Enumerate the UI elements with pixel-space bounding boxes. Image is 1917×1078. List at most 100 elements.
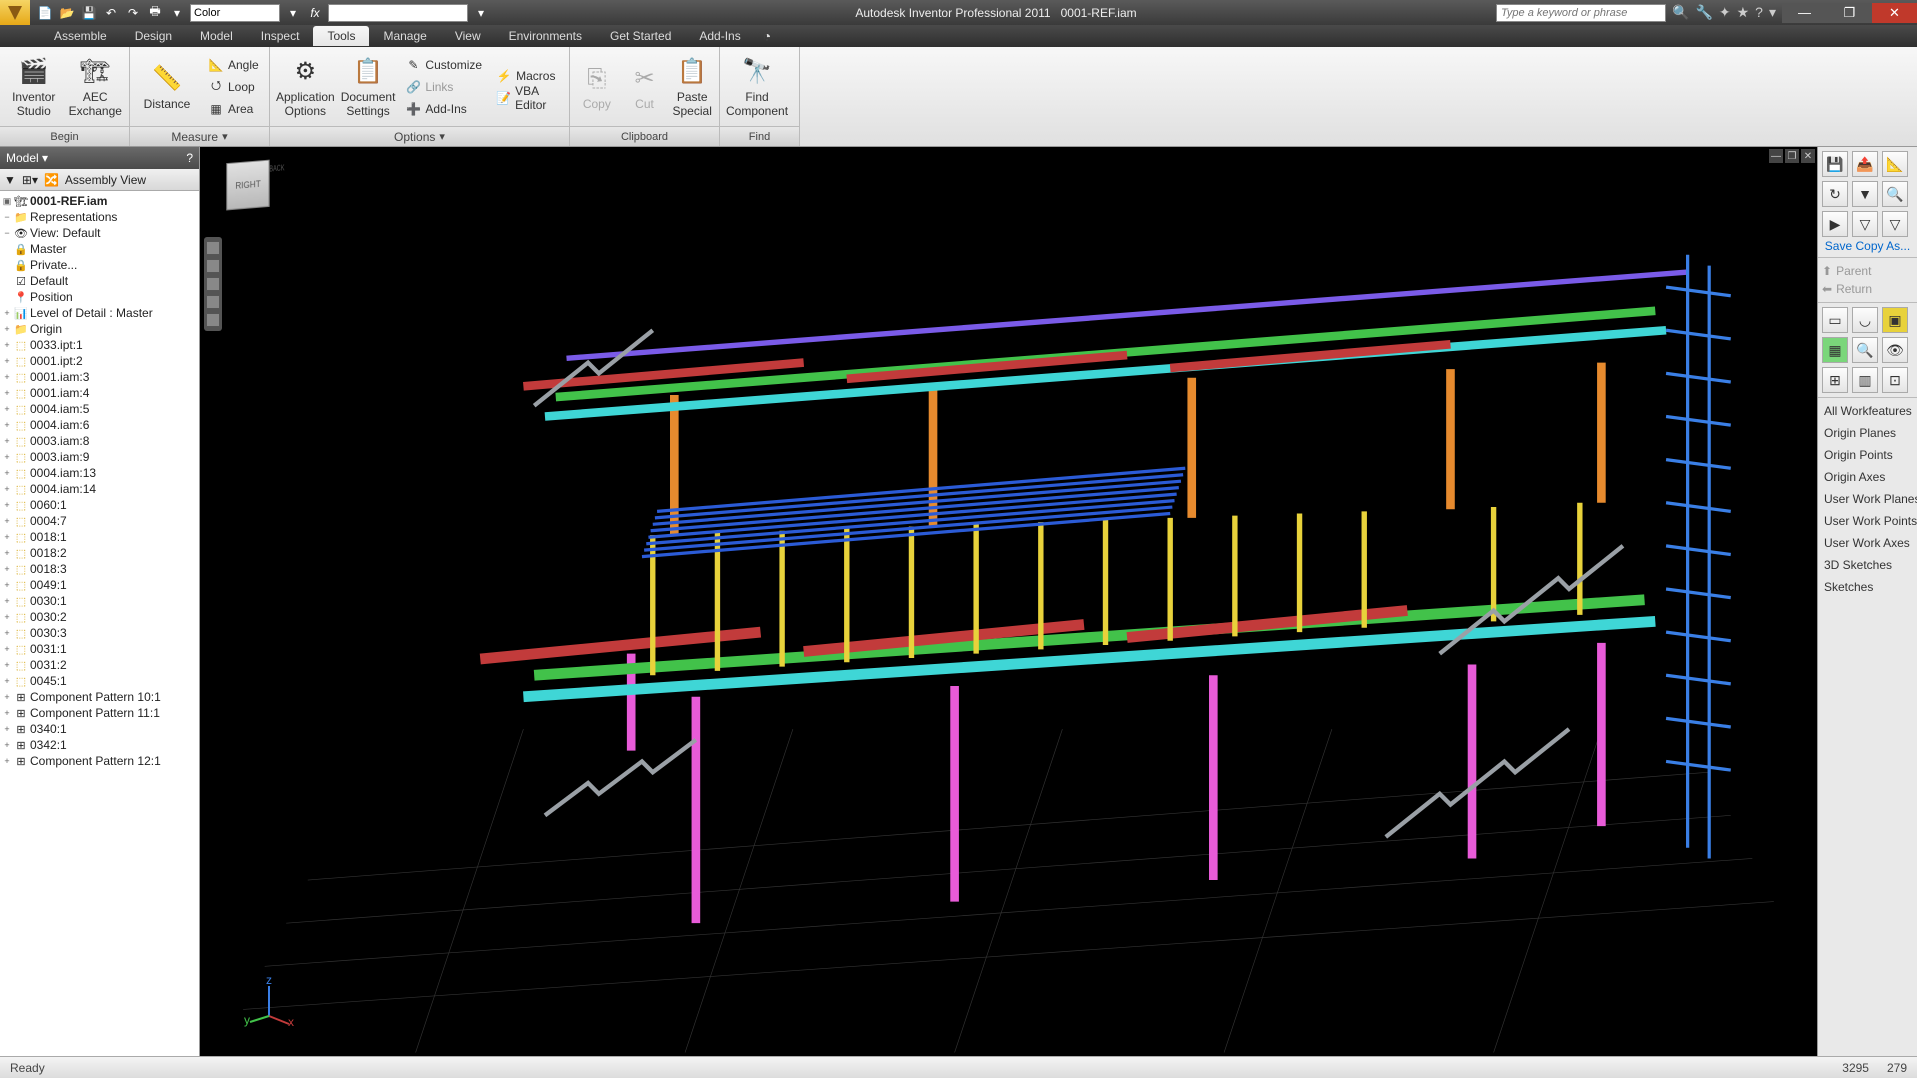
print-icon[interactable]: 🖶 — [146, 4, 164, 22]
workfeature-item[interactable]: User Work Axes — [1818, 532, 1917, 554]
app-options-button[interactable]: ⚙ Application Options — [276, 56, 335, 118]
tree-node[interactable]: −👁View: Default — [0, 225, 199, 241]
tree-node[interactable]: +⊞Component Pattern 12:1 — [0, 753, 199, 769]
browser-header[interactable]: Model ▾ ? — [0, 147, 199, 169]
tool2-icon[interactable]: ◡ — [1852, 307, 1878, 333]
workfeature-item[interactable]: Origin Axes — [1818, 466, 1917, 488]
workfeature-item[interactable]: Origin Points — [1818, 444, 1917, 466]
tool9-icon[interactable]: ⊡ — [1882, 367, 1908, 393]
tool8-icon[interactable]: ▥ — [1852, 367, 1878, 393]
angle-button[interactable]: 📐Angle — [208, 55, 259, 75]
tree-node[interactable]: +⬚0030:2 — [0, 609, 199, 625]
tab-environments[interactable]: Environments — [495, 26, 596, 46]
tool5-icon[interactable]: 🔍 — [1852, 337, 1878, 363]
tree-node[interactable]: +📁Origin — [0, 321, 199, 337]
refresh-icon[interactable]: ↻ — [1822, 181, 1848, 207]
browser-help-icon[interactable]: ? — [186, 151, 193, 165]
open-icon[interactable]: 📂 — [58, 4, 76, 22]
workfeature-item[interactable]: 3D Sketches — [1818, 554, 1917, 576]
app-menu-button[interactable] — [0, 0, 30, 25]
close-button[interactable]: ✕ — [1872, 3, 1917, 23]
links-button[interactable]: 🔗Links — [405, 77, 482, 97]
export-icon[interactable]: 📤 — [1852, 151, 1878, 177]
customize-button[interactable]: ✎Customize — [405, 55, 482, 75]
tree-node[interactable]: 📍Position — [0, 289, 199, 305]
filter-icon[interactable]: ▼ — [4, 173, 16, 187]
workfeature-item[interactable]: Sketches — [1818, 576, 1917, 598]
tree-tool-icon[interactable]: ⊞▾ — [22, 173, 38, 187]
tool4-icon[interactable]: ▦ — [1822, 337, 1848, 363]
binoculars-icon[interactable]: 🔍 — [1672, 4, 1689, 21]
workfeature-item[interactable]: User Work Planes — [1818, 488, 1917, 510]
undo-icon[interactable]: ↶ — [102, 4, 120, 22]
tabs-overflow-icon[interactable]: ◔ — [763, 28, 771, 44]
maximize-button[interactable]: ❐ — [1827, 3, 1872, 23]
distance-button[interactable]: 📏 Distance — [136, 63, 198, 111]
workfeature-item[interactable]: Origin Planes — [1818, 422, 1917, 444]
tree-node[interactable]: 🔒Master — [0, 241, 199, 257]
color-combo[interactable] — [190, 4, 280, 22]
tab-view[interactable]: View — [441, 26, 495, 46]
tree-node[interactable]: +⊞Component Pattern 10:1 — [0, 689, 199, 705]
filter4-icon[interactable]: ▽ — [1882, 211, 1908, 237]
save-icon[interactable]: 💾 — [1822, 151, 1848, 177]
workfeature-item[interactable]: User Work Points — [1818, 510, 1917, 532]
tree-node[interactable]: +⬚0018:2 — [0, 545, 199, 561]
qat-dropdown-icon[interactable]: ▾ — [168, 4, 186, 22]
tree-node[interactable]: +⬚0004.iam:13 — [0, 465, 199, 481]
tab-assemble[interactable]: Assemble — [40, 26, 121, 46]
tab-tools[interactable]: Tools — [313, 26, 369, 46]
tree-node[interactable]: +⬚0045:1 — [0, 673, 199, 689]
tree-node[interactable]: +⬚0030:1 — [0, 593, 199, 609]
tree-node[interactable]: +⬚0018:3 — [0, 561, 199, 577]
loop-button[interactable]: ⭯Loop — [208, 77, 259, 97]
fx-icon[interactable]: fx — [306, 4, 324, 22]
tree-node[interactable]: +⬚0018:1 — [0, 529, 199, 545]
zoom-icon[interactable]: 🔍 — [1882, 181, 1908, 207]
tree-node[interactable]: −📁Representations — [0, 209, 199, 225]
macros-button[interactable]: ⚡Macros — [496, 66, 559, 86]
tree-node[interactable]: ▣🏗0001-REF.iam — [0, 193, 199, 209]
browser-tree[interactable]: ▣🏗0001-REF.iam−📁Representations−👁View: D… — [0, 191, 199, 1056]
area-button[interactable]: ▦Area — [208, 99, 259, 119]
tab-addins[interactable]: Add-Ins — [685, 26, 754, 46]
help-drop-icon[interactable]: ▾ — [1769, 4, 1776, 21]
tree-node[interactable]: +⬚0001.iam:3 — [0, 369, 199, 385]
tree-node[interactable]: +⬚0049:1 — [0, 577, 199, 593]
tab-getstarted[interactable]: Get Started — [596, 26, 685, 46]
filter3-icon[interactable]: ▽ — [1852, 211, 1878, 237]
minimize-button[interactable]: — — [1782, 3, 1827, 23]
tree-node[interactable]: +📊Level of Detail : Master — [0, 305, 199, 321]
tree-node[interactable]: +⬚0001.iam:4 — [0, 385, 199, 401]
tree-node[interactable]: +⊞Component Pattern 11:1 — [0, 705, 199, 721]
tab-model[interactable]: Model — [186, 26, 247, 46]
find-component-button[interactable]: 🔭 Find Component — [726, 56, 788, 118]
save-icon[interactable]: 💾 — [80, 4, 98, 22]
tree-node[interactable]: +⬚0003.iam:8 — [0, 433, 199, 449]
assembly-view-label[interactable]: Assembly View — [65, 173, 146, 187]
aec-exchange-button[interactable]: 🏗 AEC Exchange — [68, 56, 124, 118]
tool1-icon[interactable]: ▭ — [1822, 307, 1848, 333]
next-icon[interactable]: ▶ — [1822, 211, 1848, 237]
fx-drop-icon[interactable]: ▾ — [472, 4, 490, 22]
panel-measure-label[interactable]: Measure ▾ — [130, 126, 269, 146]
key-icon[interactable]: 🔧 — [1695, 4, 1712, 21]
search-input[interactable] — [1496, 4, 1666, 22]
panel-options-label[interactable]: Options ▾ — [270, 126, 569, 146]
viewport[interactable]: — ❐ ✕ RIGHT — [200, 147, 1817, 1056]
view-toggle-icon[interactable]: 🔀 — [44, 173, 59, 187]
help-icon[interactable]: ? — [1755, 4, 1763, 21]
addins-button[interactable]: ➕Add-Ins — [405, 99, 482, 119]
tool7-icon[interactable]: ⊞ — [1822, 367, 1848, 393]
tab-manage[interactable]: Manage — [369, 26, 440, 46]
tree-node[interactable]: +⬚0003.iam:9 — [0, 449, 199, 465]
tree-node[interactable]: +⬚0004:7 — [0, 513, 199, 529]
qat-drop2-icon[interactable]: ▾ — [284, 4, 302, 22]
tree-node[interactable]: +⊞0340:1 — [0, 721, 199, 737]
tree-node[interactable]: +⬚0033.ipt:1 — [0, 337, 199, 353]
comm-icon[interactable]: ✦ — [1719, 4, 1731, 21]
tree-node[interactable]: ☑Default — [0, 273, 199, 289]
fx-input[interactable] — [328, 4, 468, 22]
dwg-icon[interactable]: 📐 — [1882, 151, 1908, 177]
fav-icon[interactable]: ★ — [1737, 4, 1750, 21]
